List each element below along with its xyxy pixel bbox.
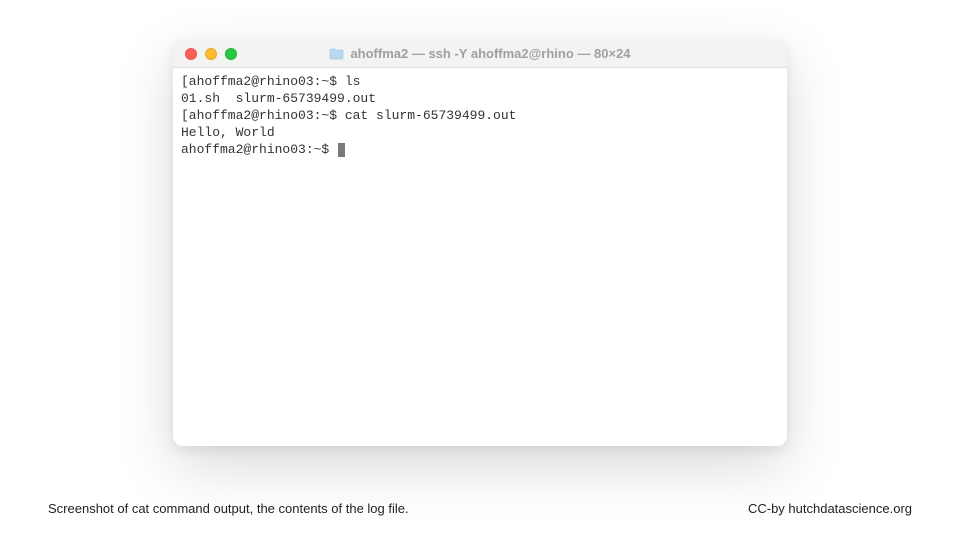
window-title: ahoffma2 — ssh -Y ahoffma2@rhino — 80×24 [329,46,630,61]
traffic-lights [185,48,237,60]
maximize-button[interactable] [225,48,237,60]
minimize-button[interactable] [205,48,217,60]
caption-text: Screenshot of cat command output, the co… [48,501,409,516]
titlebar: ahoffma2 — ssh -Y ahoffma2@rhino — 80×24 [173,40,787,68]
window-title-text: ahoffma2 — ssh -Y ahoffma2@rhino — 80×24 [350,46,630,61]
terminal-line: [ahoffma2@rhino03:~$ cat slurm-65739499.… [181,108,779,125]
cursor [338,143,345,157]
attribution-text: CC-by hutchdatascience.org [748,501,912,516]
terminal-body[interactable]: [ahoffma2@rhino03:~$ ls01.sh slurm-65739… [173,68,787,446]
folder-icon [329,48,344,60]
terminal-window: ahoffma2 — ssh -Y ahoffma2@rhino — 80×24… [173,40,787,446]
terminal-line: [ahoffma2@rhino03:~$ ls [181,74,779,91]
terminal-prompt-line: ahoffma2@rhino03:~$ [181,142,779,159]
close-button[interactable] [185,48,197,60]
terminal-line: Hello, World [181,125,779,142]
terminal-prompt: ahoffma2@rhino03:~$ [181,142,337,157]
terminal-line: 01.sh slurm-65739499.out [181,91,779,108]
